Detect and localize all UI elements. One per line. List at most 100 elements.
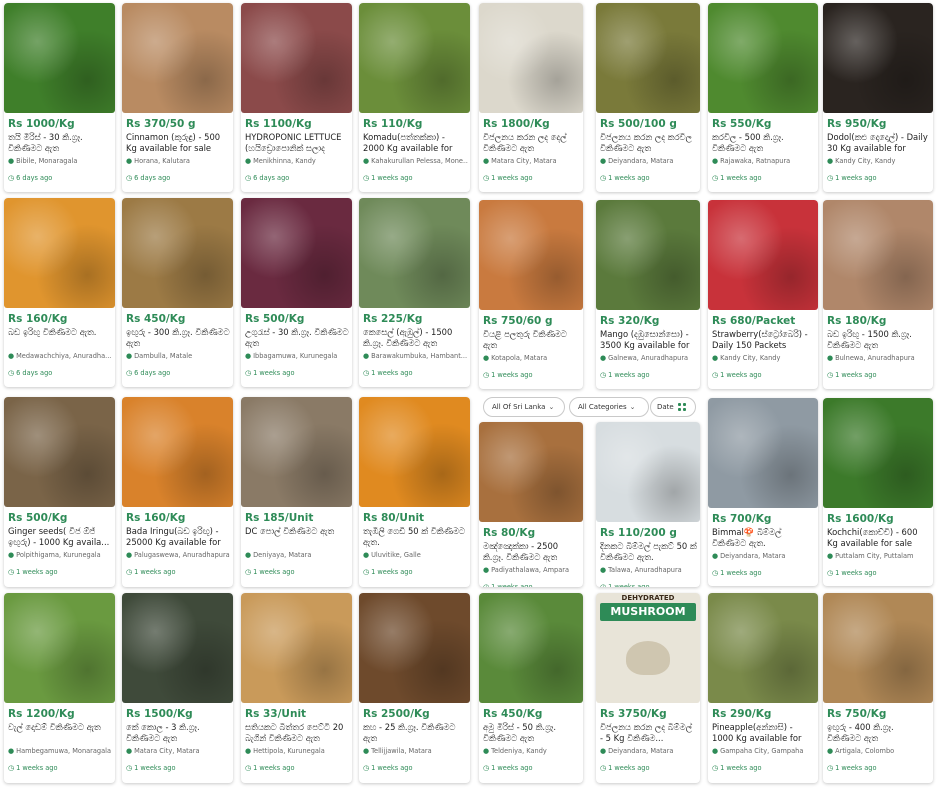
grid-view-icon[interactable] xyxy=(677,402,687,412)
listing-image[interactable] xyxy=(122,593,233,703)
listing-card[interactable]: Rs 500/Kg Ginger seeds( වීජ ඕජ් ඉඟුරු) - … xyxy=(4,397,115,587)
listing-image[interactable] xyxy=(4,397,115,507)
listing-card[interactable]: Rs 2500/Kg කහ - 25 කි.ග්‍රෑ. විකිණීමට ඇත ●… xyxy=(359,593,470,783)
listing-location: ● Hettipola, Kurunegala xyxy=(245,747,350,755)
listing-time-text: 1 weeks ago xyxy=(253,764,295,772)
listing-title: HYDROPONIC LETTUCE (හයිඩ්‍රොපොනික් සලාද xyxy=(245,132,342,153)
listing-location: ● Tellijjawila, Matara xyxy=(363,747,468,755)
listing-location-text: Ibbagamuwa, Kurunegala xyxy=(253,352,338,360)
listing-card[interactable]: Rs 500/100 g විජලනය කරන ලද කරවිල විකිණීමට… xyxy=(596,3,700,192)
listing-time: ◷ 6 days ago xyxy=(8,369,113,377)
listing-image[interactable] xyxy=(479,422,583,522)
listing-card[interactable]: Rs 80/Unit තැඹිලි ගෙඩි 50 ක් විකිණීමට ඇත.… xyxy=(359,397,470,587)
listing-time-text: 1 weeks ago xyxy=(253,568,295,576)
listing-card[interactable]: Rs 450/Kg අමු මිරිස් - 50 කි.ග්‍රෑ. විකිණ… xyxy=(479,593,583,783)
listing-card[interactable]: Rs 750/60 g වියළි පලතුරු විකිණීමට ඇත ● Kota… xyxy=(479,200,583,389)
listing-card[interactable]: Rs 290/Kg Pineapple(අන්නාසි) - 1000 Kg av… xyxy=(708,593,818,783)
clock-icon: ◷ xyxy=(245,174,252,182)
listing-image[interactable] xyxy=(823,398,933,508)
listing-image[interactable] xyxy=(359,593,470,703)
listing-image[interactable] xyxy=(823,200,933,310)
listing-location: ● Deniyaya, Matara xyxy=(245,551,350,559)
listing-price: Rs 1000/Kg xyxy=(8,118,75,130)
listing-card[interactable]: Rs 750/Kg ඉඟුරු - 400 කි.ග්‍රෑ. විකිණීමට … xyxy=(823,593,933,783)
listing-time: ◷ 1 weeks ago xyxy=(483,371,581,379)
listing-image[interactable] xyxy=(596,422,700,522)
clock-icon: ◷ xyxy=(8,568,15,576)
listing-card[interactable]: Rs 185/Unit DC පොල් විකිණීමට ඇත ● Deniyaya,… xyxy=(241,397,352,587)
location-pin-icon: ● xyxy=(126,352,133,360)
listing-image[interactable] xyxy=(241,3,352,113)
listing-image[interactable] xyxy=(122,198,233,308)
listing-card[interactable]: Rs 1600/Kg Kochchi(කොච්චි) - 600 Kg avail… xyxy=(823,398,933,586)
listing-image[interactable] xyxy=(596,3,700,113)
listing-card[interactable]: Rs 110/Kg Komadu(පත්තක්කා) - 2000 Kg avai… xyxy=(359,3,470,192)
listing-image[interactable] xyxy=(241,397,352,507)
listing-card[interactable]: Rs 370/50 g Cinnamon (කුරුඳු) - 500 Kg av… xyxy=(122,3,233,192)
listing-image[interactable] xyxy=(4,593,115,703)
listing-card[interactable]: Rs 225/Kg කෙසෙල් (ඇඹුල්) - 1500 කි.ග්‍රෑ.… xyxy=(359,198,470,387)
listing-card[interactable]: Rs 450/Kg ඉඟුරු - 300 කි.ග්‍රෑ. විකිණීමට … xyxy=(122,198,233,387)
listing-location: ● Ibbagamuwa, Kurunegala xyxy=(245,352,350,360)
location-pin-icon: ● xyxy=(712,552,719,560)
listing-card[interactable]: Rs 1100/Kg HYDROPONIC LETTUCE (හයිඩ්‍රොපො… xyxy=(241,3,352,192)
listing-card[interactable]: Rs 33/Unit සතියකට බිත්තර පෙට්ටි 20 බැගින්… xyxy=(241,593,352,783)
listing-card[interactable]: Rs 950/Kg Dodol(කළු දොදොල්) - Daily 30 Kg… xyxy=(823,3,933,192)
listing-image[interactable] xyxy=(479,3,583,113)
listing-time: ◷ 1 weeks ago xyxy=(827,371,931,379)
listing-card[interactable]: Rs 160/Kg Bada Iringu(බඩ ඉරිඟු) - 25000 K… xyxy=(122,397,233,587)
category-filter[interactable]: All Categories ⌄ xyxy=(569,397,649,417)
listing-card[interactable]: Rs 160/Kg බඩ ඉරිඟු විකිණීමට ඇත. ● Medawachc… xyxy=(4,198,115,387)
listing-card[interactable]: Rs 1000/Kg තයි මිරිස් - 30 කි.ග්‍රෑ. විකි… xyxy=(4,3,115,192)
listing-card[interactable]: Rs 680/Packet Strawberry(ස්ට්‍රෝබෙරි) - D… xyxy=(708,200,818,389)
listing-image[interactable] xyxy=(122,397,233,507)
listing-image[interactable] xyxy=(359,397,470,507)
listing-image[interactable] xyxy=(359,3,470,113)
listing-card[interactable]: DEHYDRATED MUSHROOM Rs 3750/Kg විජලනය කරන ල… xyxy=(596,593,700,783)
listing-location-text: Bulnewa, Anuradhapura xyxy=(835,354,915,362)
listing-title: දිනකට බිම්මල් පැකට් 50 ක් විකිණීමට ඇත. xyxy=(600,541,697,562)
listing-card[interactable]: Rs 1500/Kg කේ කොල - 3 කි.ග්‍රෑ. විකිණීමට … xyxy=(122,593,233,783)
listing-card[interactable]: Rs 550/Kg කරවිල - 500 කි.ග්‍රෑ. විකිණීමට … xyxy=(708,3,818,192)
listing-image[interactable] xyxy=(823,593,933,703)
listing-location-text: Polpithigama, Kurunegala xyxy=(16,551,101,559)
location-pin-icon: ● xyxy=(827,354,834,362)
sort-filter[interactable]: Date xyxy=(650,397,696,417)
listing-image[interactable] xyxy=(479,200,583,310)
listing-card[interactable]: Rs 110/200 g දිනකට බිම්මල් පැකට් 50 ක් වි… xyxy=(596,422,700,587)
listing-time-text: 1 weeks ago xyxy=(835,764,877,772)
listing-time-text: 1 weeks ago xyxy=(491,371,533,379)
listing-image[interactable] xyxy=(4,3,115,113)
location-filter[interactable]: All Of Sri Lanka ⌄ xyxy=(483,397,565,417)
listing-image[interactable] xyxy=(122,3,233,113)
listing-image[interactable] xyxy=(4,198,115,308)
listing-location: ● Polpithigama, Kurunegala xyxy=(8,551,113,559)
listing-image[interactable] xyxy=(479,593,583,703)
listing-image[interactable] xyxy=(359,198,470,308)
listing-image[interactable] xyxy=(708,3,818,113)
listing-location-text: Galnewa, Anuradhapura xyxy=(608,354,689,362)
listing-card[interactable]: Rs 1200/Kg වැල් දොඩම් විකිණීමට ඇත ● Hambega… xyxy=(4,593,115,783)
listing-image[interactable] xyxy=(596,200,700,310)
listing-card[interactable]: Rs 320/Kg Mango (දඹුසොන්සො) - 3500 Kg ava… xyxy=(596,200,700,389)
listing-location-text: Kahakurullan Pelessa, Mone... xyxy=(371,157,468,165)
listing-card[interactable]: Rs 80/Kg මඤ්ඤොක්කා - 2500 කි.ග්‍රෑ. විකිණ… xyxy=(479,422,583,587)
listing-location-text: Palugaswewa, Anuradhapura xyxy=(134,551,230,559)
listing-price: Rs 500/100 g xyxy=(600,118,677,130)
listing-image[interactable] xyxy=(708,398,818,508)
clock-icon: ◷ xyxy=(363,369,370,377)
listing-price: Rs 180/Kg xyxy=(827,315,887,327)
listing-image[interactable]: DEHYDRATED MUSHROOM xyxy=(596,593,700,703)
listing-card[interactable]: Rs 180/Kg බඩ ඉරිඟු - 1500 කි.ග්‍රෑ. විකිණ… xyxy=(823,200,933,389)
listing-image[interactable] xyxy=(708,200,818,310)
listing-image[interactable] xyxy=(241,198,352,308)
listing-card[interactable]: Rs 1800/Kg විජලනය කරන ලද දෙල් විකිණීමට ඇත… xyxy=(479,3,583,192)
listing-title: සතියකට බිත්තර පෙට්ටි 20 බැගින් විකිණීමට … xyxy=(245,722,344,743)
listing-image[interactable] xyxy=(241,593,352,703)
listing-location: ● Bulnewa, Anuradhapura xyxy=(827,354,931,362)
listing-card[interactable]: Rs 700/Kg Bimmal🍄 බිම්මල් විකිණීමට ඇත. ● De… xyxy=(708,398,818,586)
listing-price: Rs 80/Unit xyxy=(363,512,425,524)
listing-image[interactable] xyxy=(708,593,818,703)
listing-card[interactable]: Rs 500/Kg උගුරැස් - 30 කි.ග්‍රෑ. විකිණීමට… xyxy=(241,198,352,387)
listing-image[interactable] xyxy=(823,3,933,113)
